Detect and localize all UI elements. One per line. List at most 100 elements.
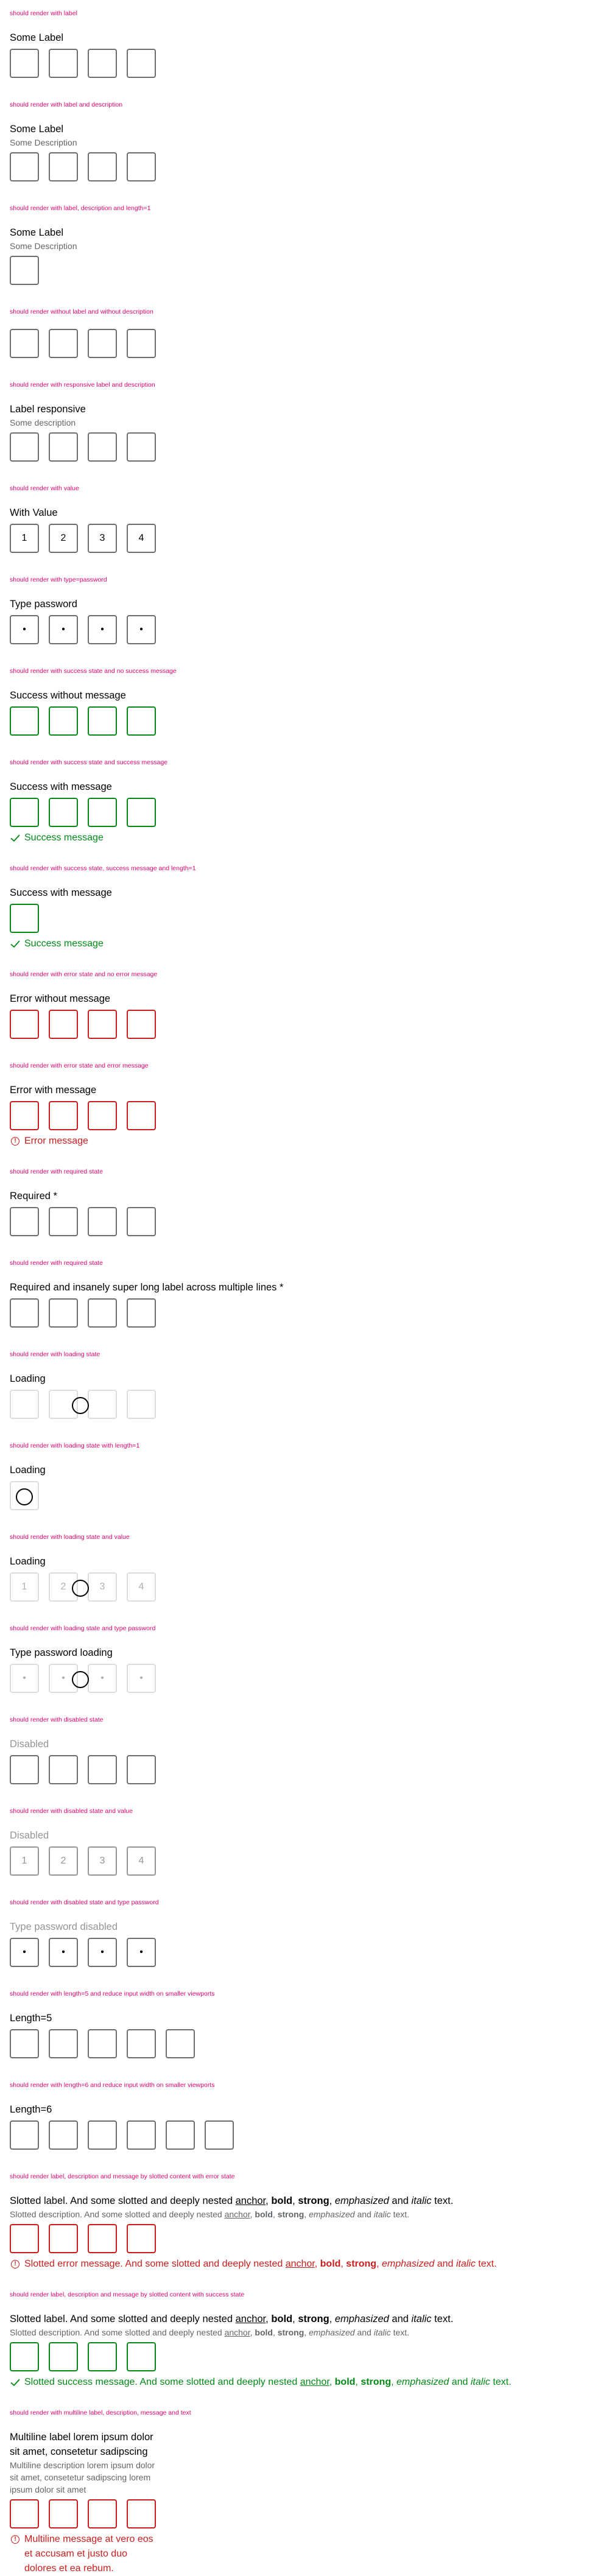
pin-input[interactable]: • [88,615,117,644]
pin-input[interactable] [10,1101,39,1130]
pin-input[interactable] [88,798,117,827]
pin-input: 3 [88,1846,117,1876]
pin-input[interactable] [88,2499,117,2528]
pin-input[interactable] [10,904,39,933]
pin-input[interactable]: • [10,615,39,644]
story-title: should render label, description and mes… [10,2173,235,2180]
pin-input[interactable] [127,2120,156,2150]
pin-input[interactable] [10,798,39,827]
pin-input[interactable] [10,256,39,285]
pin-input[interactable] [166,2120,195,2150]
pin-input[interactable] [49,1101,78,1130]
pin-input[interactable] [127,706,156,736]
description-anchor[interactable]: anchor [225,2209,250,2219]
pin-input[interactable] [49,152,78,181]
pin-input[interactable]: 3 [88,524,117,553]
pin-input[interactable] [49,1207,78,1236]
message-text: Slotted error message. And some slotted … [24,2259,286,2269]
pin-input[interactable] [10,432,39,462]
story-error-no-message: should render with error state and no er… [10,970,599,1039]
pin-input[interactable]: 1 [10,524,39,553]
pin-input[interactable] [127,1207,156,1236]
pin-input[interactable]: 4 [127,524,156,553]
pin-input[interactable] [49,2342,78,2371]
pin-input[interactable] [88,2342,117,2371]
pin-input[interactable] [127,1101,156,1130]
pin-code-inputs [10,904,599,933]
story-disabled-value: should render with disabled state and va… [10,1806,599,1876]
pin-input[interactable] [10,2342,39,2371]
story-title: should render with loading state and val… [10,1533,130,1541]
pin-input[interactable] [88,1298,117,1328]
pin-input[interactable]: • [49,615,78,644]
pin-input[interactable] [88,2029,117,2058]
pin-input[interactable] [49,2224,78,2253]
label-emphasized: emphasized [334,2314,389,2324]
pin-input[interactable] [10,1207,39,1236]
pin-input[interactable] [127,1010,156,1039]
description-bold: bold [255,2328,273,2337]
label-bold: bold [271,2195,293,2206]
pin-input[interactable] [88,152,117,181]
pin-input[interactable] [88,329,117,358]
message-anchor[interactable]: anchor [300,2377,329,2387]
pin-input[interactable] [10,706,39,736]
message-anchor[interactable]: anchor [286,2259,315,2269]
pin-code-label: Type password [10,599,77,610]
description-anchor[interactable]: anchor [225,2328,250,2337]
pin-input: 4 [127,1572,156,1602]
pin-input[interactable] [49,1010,78,1039]
pin-input[interactable]: • [127,615,156,644]
pin-input[interactable] [10,1298,39,1328]
pin-code-description: Slotted description. And some slotted an… [10,2208,599,2220]
pin-input[interactable] [49,2499,78,2528]
pin-input[interactable] [49,49,78,78]
pin-input[interactable] [127,2342,156,2371]
pin-input[interactable] [127,2499,156,2528]
description-text: , [304,2328,309,2337]
pin-input[interactable] [127,152,156,181]
pin-input[interactable] [10,2120,39,2150]
pin-input[interactable] [166,2029,195,2058]
pin-input[interactable] [127,329,156,358]
message-text: , [329,2377,335,2387]
message-text: text. [475,2259,497,2269]
pin-input[interactable] [127,2224,156,2253]
pin-input[interactable] [10,1010,39,1039]
pin-input[interactable] [127,49,156,78]
pin-input[interactable] [88,706,117,736]
pin-input[interactable] [88,2224,117,2253]
pin-input[interactable] [88,1101,117,1130]
pin-input[interactable] [127,1298,156,1328]
pin-input[interactable] [49,798,78,827]
story-title: should render with label [10,10,77,17]
pin-input[interactable] [49,2120,78,2150]
pin-input[interactable] [10,2224,39,2253]
pin-input[interactable] [10,152,39,181]
pin-input[interactable] [49,706,78,736]
pin-code-inputs [10,2029,599,2058]
pin-input[interactable]: 2 [49,524,78,553]
story-title: should render with length=5 and reduce i… [10,1990,215,1997]
pin-input[interactable] [127,432,156,462]
label-anchor[interactable]: anchor [236,2195,266,2206]
pin-input[interactable] [49,329,78,358]
pin-input[interactable] [88,432,117,462]
pin-input[interactable] [88,2120,117,2150]
pin-input[interactable] [10,2499,39,2528]
story-loading-value: should render with loading state and val… [10,1532,599,1602]
pin-input[interactable] [127,2029,156,2058]
pin-input[interactable] [10,49,39,78]
pin-input[interactable] [88,49,117,78]
pin-input[interactable] [88,1207,117,1236]
pin-input[interactable] [127,798,156,827]
pin-input[interactable] [205,2120,234,2150]
pin-input: 1 [10,1572,39,1602]
pin-input[interactable] [10,2029,39,2058]
pin-input[interactable] [49,2029,78,2058]
pin-input[interactable] [49,432,78,462]
label-anchor[interactable]: anchor [236,2314,266,2324]
pin-input[interactable] [88,1010,117,1039]
pin-input[interactable] [49,1298,78,1328]
pin-input[interactable] [10,329,39,358]
